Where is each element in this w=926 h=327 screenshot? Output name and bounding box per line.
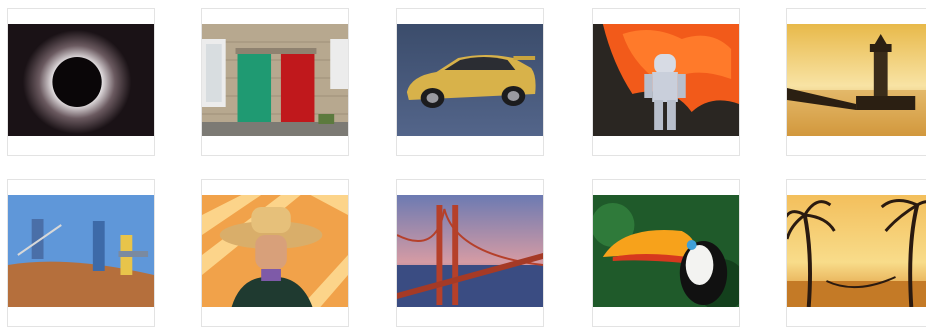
hikers-image xyxy=(8,195,154,307)
photo-card-car[interactable] xyxy=(396,8,544,156)
photo-card-palms[interactable] xyxy=(786,179,926,327)
photo-card-eclipse[interactable] xyxy=(7,8,155,156)
doors-image xyxy=(202,24,348,136)
photo-thumbnail[interactable] xyxy=(593,195,739,307)
photo-thumbnail[interactable] xyxy=(593,24,739,136)
photo-card-hikers[interactable] xyxy=(7,179,155,327)
astronaut-image xyxy=(593,24,739,136)
photo-thumbnail[interactable] xyxy=(397,24,543,136)
cowboy-image xyxy=(202,195,348,307)
photo-card-bridge[interactable] xyxy=(396,179,544,327)
photo-card-cowboy[interactable] xyxy=(201,179,349,327)
lighthouse-image xyxy=(787,24,926,136)
bridge-image xyxy=(397,195,543,307)
palms-image xyxy=(787,195,926,307)
photo-thumbnail[interactable] xyxy=(397,195,543,307)
car-image xyxy=(397,24,543,136)
photo-thumbnail[interactable] xyxy=(787,24,926,136)
eclipse-image xyxy=(8,24,154,136)
photo-thumbnail[interactable] xyxy=(202,195,348,307)
photo-thumbnail[interactable] xyxy=(8,24,154,136)
photo-card-lighthouse[interactable] xyxy=(786,8,926,156)
photo-thumbnail[interactable] xyxy=(787,195,926,307)
toucan-image xyxy=(593,195,739,307)
photo-thumbnail[interactable] xyxy=(202,24,348,136)
photo-thumbnail[interactable] xyxy=(8,195,154,307)
photo-card-astronaut[interactable] xyxy=(592,8,740,156)
photo-card-doors[interactable] xyxy=(201,8,349,156)
photo-gallery-grid xyxy=(0,0,926,327)
photo-card-toucan[interactable] xyxy=(592,179,740,327)
